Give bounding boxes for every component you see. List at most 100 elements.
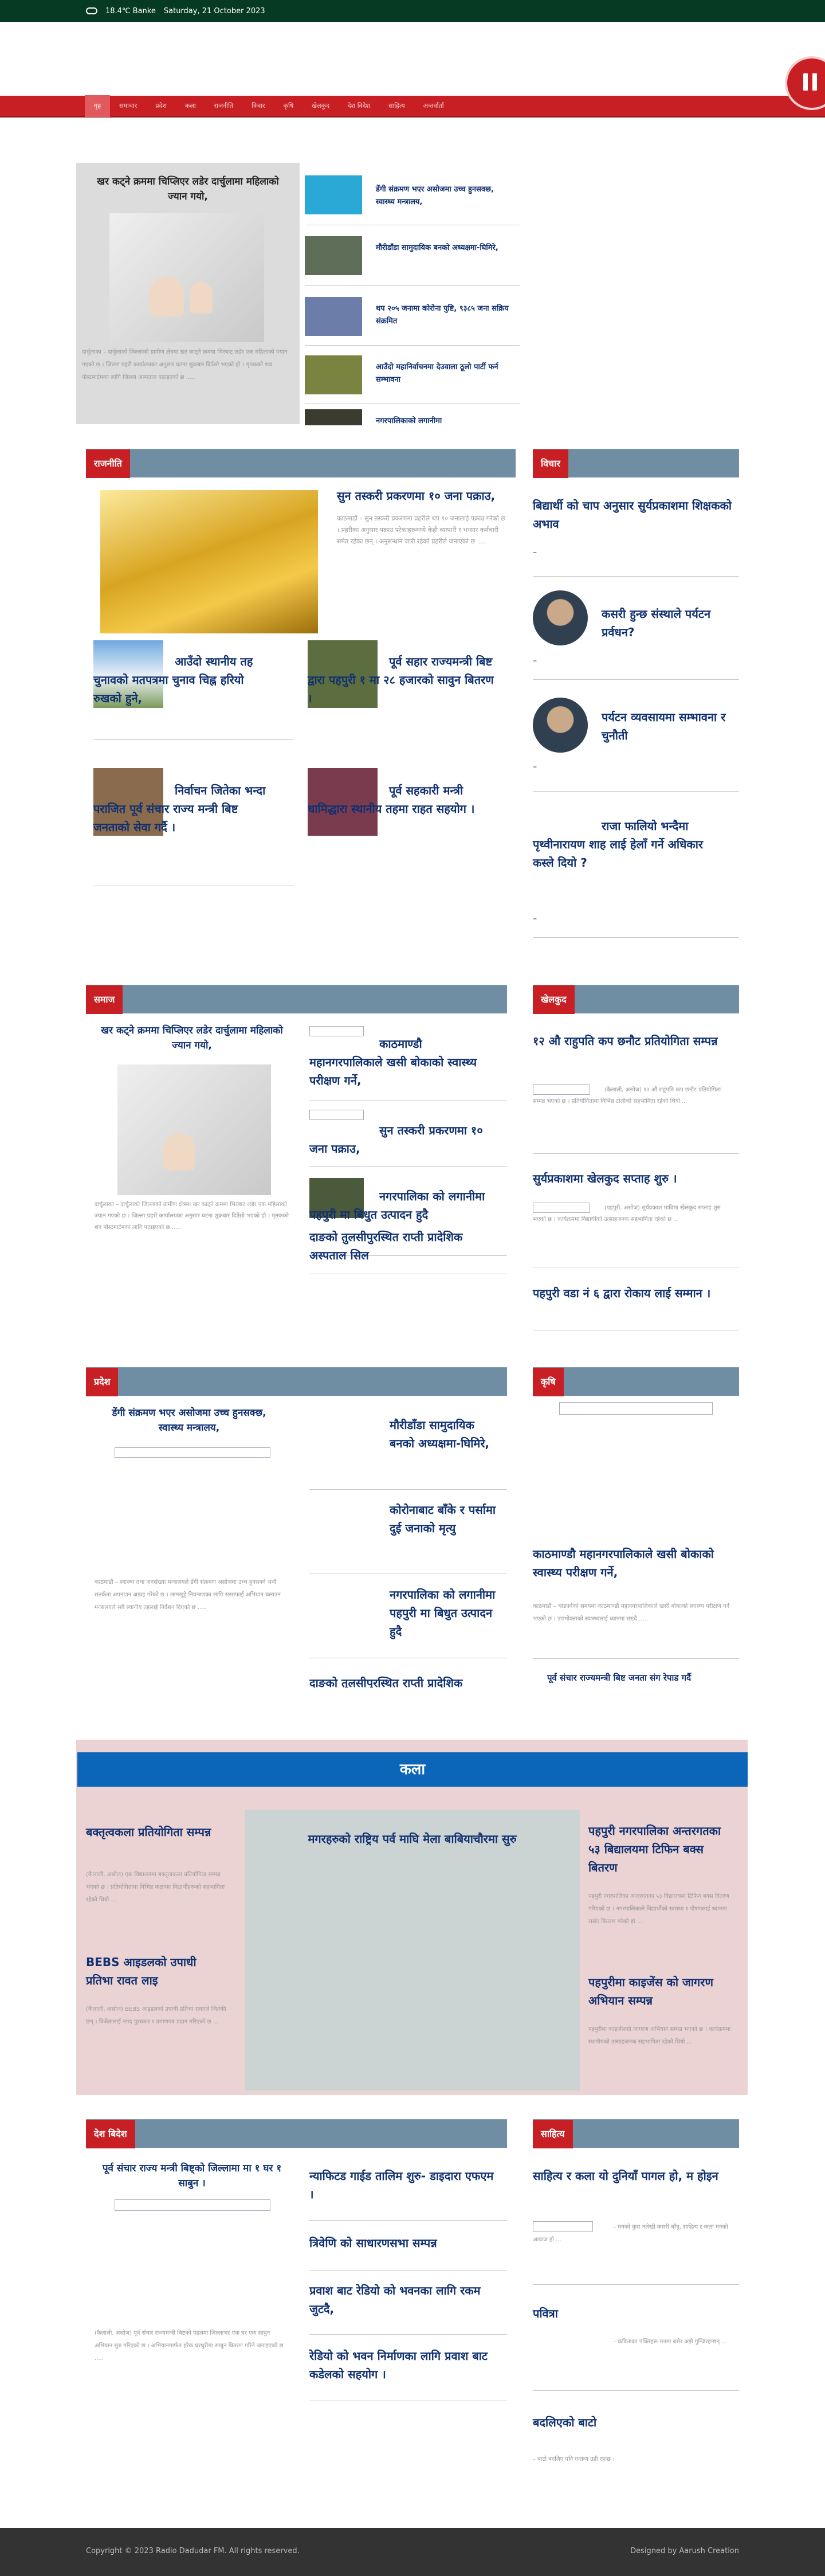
krishi-sub-title[interactable]: पूर्व संचार राज्यमन्त्री बिष्ट जनता संग …	[547, 1671, 730, 1685]
nav-item[interactable]: प्रदेश	[146, 95, 176, 117]
kala-center-title[interactable]: मगरहरुको राष्ट्रिय पर्व माघि मेला बाबिया…	[245, 1830, 580, 1847]
section-label[interactable]: प्रदेश	[86, 1368, 119, 1396]
bichar-item-title[interactable]: पर्यटन व्यवसायमा सम्भावना र चुनौती	[602, 708, 733, 745]
pradesh-image	[115, 1447, 270, 1458]
sahitya-item-excerpt: – बाटो बदलिए पनि गन्तव्य उही रहन्छ ।	[533, 2456, 615, 2463]
samaj-main-excerpt: दार्चुलाका – दार्चुलाको जिल्लाको ग्रामीण…	[95, 1201, 289, 1231]
main-nav: गृह समाचार प्रदेश कला राजनीति विचार कृषि…	[0, 95, 825, 118]
section-label[interactable]: देश बिदेश	[86, 2120, 135, 2148]
khelkud-item-title[interactable]: पहपुरी वडा नं ६ द्वारा रोकाय लाई सम्मान …	[533, 1284, 728, 1302]
khelkud-item-title[interactable]: सुर्यप्रकाशमा खेलकुद सप्ताह शुरु ।	[533, 1169, 728, 1188]
deshbidesh-list-item[interactable]: रेडियो को भवन निर्माणका लागि प्रवाश बाट …	[309, 2347, 498, 2383]
pradesh-list-item[interactable]: मौरीडाँडा सामुदायिक बनको अध्यक्षमा-घिमिर…	[390, 1416, 498, 1453]
pradesh-main-title[interactable]: डेंगी संक्रमण भएर असोजमा उच्च हुनसक्छ, स…	[100, 1406, 278, 1435]
rajniti-grid-item[interactable]: पूर्व सहार राज्यमन्त्री बिष्ट द्वारा पहप…	[308, 652, 497, 707]
rajniti-grid-item[interactable]: आउँदो स्थानीय तह चुनावको मतपत्रमा चुनाव …	[93, 652, 271, 707]
rajniti-main-excerpt: काठमाडौं – सुन तस्करी प्रकरणमा प्रहरीले …	[337, 515, 506, 545]
gold-image	[100, 490, 318, 633]
footer-designer[interactable]: Designed by Aarush Creation	[630, 2547, 739, 2555]
deshbidesh-main-excerpt: (कैलाली, असोज) पूर्व संचार राज्यमन्त्री …	[95, 2330, 284, 2362]
hero-title[interactable]: खर कट्नेे क्रममा चिप्लिएर लडेर दार्चुलाम…	[88, 174, 288, 204]
kala-item-excerpt: पहपुरीमा काइजेंसको जागरण अभियान सम्पन्न …	[588, 2026, 731, 2045]
deshbidesh-list-item[interactable]: प्रवाश बाट रेडियो को भवनका लागि रकम जुटद…	[309, 2281, 498, 2318]
pradesh-list-item[interactable]: नगरपालिका को लगानीमा पहपुरी मा बिधुत उत्…	[390, 1585, 498, 1641]
nav-item[interactable]: अन्तर्वार्ता	[414, 95, 453, 117]
nav-item[interactable]: समाचार	[110, 95, 146, 117]
section-bar-pradesh: प्रदेश	[86, 1367, 507, 1396]
samaj-list-item[interactable]: सुन तस्करी प्रकरणमा १० जना पक्राउ,	[309, 1121, 498, 1158]
kala-item-title[interactable]: पहपुरी नगरपालिका अन्तरगतका ५३ बिद्यालयमा…	[588, 1822, 734, 1877]
khelkud-item-excerpt: (पहपुरी, असोज) सुर्यप्रकाश माविमा खेलकुद…	[533, 1205, 721, 1223]
section-label[interactable]: राजनीति	[86, 449, 130, 478]
krishi-main-title[interactable]: काठमाण्डौ महानगरपालिकाले खसी बोकाको स्वा…	[533, 1545, 733, 1581]
deshbidesh-list-item[interactable]: त्रिवेणि को साधारणसभा सम्पन्न	[309, 2234, 498, 2252]
nav-item[interactable]: साहित्य	[379, 95, 414, 117]
kala-item-excerpt: (कैलाली, असोज) BEBS आइडलको उपाधी प्रतिभा…	[86, 2006, 226, 2025]
latest-item[interactable]: डेंगी संक्रमण भएर असोजमा उच्च हुनसक्छ, स…	[376, 183, 513, 209]
rajniti-grid-item[interactable]: निर्वाचन जितेका भन्दा पराजित पूर्व संचार…	[93, 781, 277, 836]
samaj-image	[117, 1064, 271, 1195]
latest-item[interactable]: मौरीडाँडा सामुदायिक बनको अध्यक्षमा-घिमिर…	[376, 242, 513, 255]
deshbidesh-main-title[interactable]: पूर्व संचार राज्य मन्त्री बिष्ट्को जिल्ल…	[95, 2161, 289, 2191]
samaj-main-title[interactable]: खर कट्नेे क्रममा चिप्लिएर लडेर दार्चुलाम…	[95, 1023, 289, 1053]
author-avatar	[533, 590, 588, 645]
sahitya-item-excerpt: – कविताका पंक्तिहरू मनमा बसेर अझै गुन्जि…	[613, 2339, 727, 2345]
latest-item[interactable]: आउँदो महानिर्वाचनमा देउवाला ठूलो पार्टी …	[376, 361, 513, 386]
nav-item[interactable]: विचार	[242, 95, 274, 117]
kala-item-title[interactable]: पहपुरीमा काइजेंस को जागरण अभियान सम्पन्न	[588, 1973, 734, 2010]
deshbidesh-list-item[interactable]: न्याफिटड गाईड तालिम शुरु- डाइदारा एफएम ।	[309, 2167, 498, 2203]
section-label[interactable]: साहित्य	[533, 2120, 573, 2148]
samaj-list-item[interactable]: नगरपालिका को लगानीमा पहपुरी मा बिधुत उत्…	[309, 1187, 498, 1224]
bichar-item-title[interactable]: बिद्यार्थी को चाप अनुसार सुर्यप्रकाशमा श…	[533, 496, 733, 533]
top-bar: 18.4℃ Banke Saturday, 21 October 2023	[0, 0, 825, 22]
kala-center-card[interactable]	[245, 1810, 580, 2090]
nav-item[interactable]: कला	[176, 95, 205, 117]
bichar-item-title[interactable]: राजा फालियो भन्दैमा पृथ्वीनारायण शाह लाई…	[533, 817, 728, 872]
nav-item-home[interactable]: गृह	[85, 95, 111, 117]
section-bar-sahitya: साहित्य	[533, 2119, 739, 2148]
latest-thumb	[305, 409, 362, 425]
sahitya-item-excerpt: – मनको कुरा नलेखी कसरी बाँचु, साहित्य र …	[533, 2224, 728, 2243]
sahitya-item-title[interactable]: साहित्य र कला यो दुनियाँ पागल हो, म हाेइ…	[533, 2167, 728, 2185]
section-label[interactable]: कृषि	[533, 1368, 564, 1396]
nav-item[interactable]: खेलकुद	[302, 95, 339, 117]
sahitya-item-title[interactable]: पवित्रा	[533, 2304, 728, 2323]
section-bar-samaj: समाज	[86, 985, 507, 1014]
samaj-list-item[interactable]: काठमाण्डौ महानगरपालिकाले खसी बोकाको स्वा…	[309, 1035, 498, 1090]
latest-item[interactable]: थप २०५ जनामा कोरोना पुष्टि, ९३८५ जना सक्…	[376, 303, 513, 328]
section-label[interactable]: विचार	[533, 449, 568, 478]
nav-item[interactable]: कृषि	[274, 95, 303, 117]
samaj-list-item[interactable]: दाङको तुलसीपुरस्थित राप्ती प्रादेशिक अस्…	[309, 1228, 498, 1264]
date-text: Saturday, 21 October 2023	[163, 6, 265, 15]
sahitya-item-title[interactable]: बदलिएको बाटो	[533, 2413, 728, 2432]
kala-item-title[interactable]: बक्तृत्वकला प्रतियोगिता सम्पन्न	[86, 1823, 223, 1841]
pradesh-list-item[interactable]: दाङको तुलसीपुरस्थित राप्ती प्रादेशिक	[309, 1674, 507, 1688]
section-bar-krishi: कृषि	[533, 1367, 739, 1396]
khelkud-item-title[interactable]: १२ औ राहुपति कप छनौट प्रतियोगिता सम्पन्न	[533, 1032, 728, 1050]
section-label[interactable]: समाज	[86, 985, 123, 1014]
nav-item[interactable]: राजनीति	[205, 95, 243, 117]
hero-card[interactable]: खर कट्नेे क्रममा चिप्लिएर लडेर दार्चुलाम…	[76, 163, 300, 424]
author-avatar	[533, 698, 588, 753]
kala-item-excerpt: (कैलाली, असोज) एक विद्यालयमा बक्तृत्वकला…	[86, 1872, 225, 1903]
latest-thumb	[305, 175, 362, 214]
pause-icon	[803, 73, 808, 91]
krishi-main-excerpt: काठमाडौं – चाडपर्वको समयमा काठमाण्डौ महा…	[533, 1603, 730, 1622]
kala-item-excerpt: पहपुरी नगरपालिका अन्तरगतका ५३ विद्यालयमा…	[588, 1893, 729, 1925]
latest-thumb	[305, 236, 362, 275]
bichar-item-title[interactable]: कसरी हुन्छ संस्थाले पर्यटन प्रर्वधन?	[602, 605, 733, 641]
khelkud-item-excerpt: (कैलाली, असोज) १२ औं राहुपति कप छनौट प्र…	[533, 1087, 721, 1105]
krishi-image	[559, 1402, 713, 1415]
section-label[interactable]: खेलकुद	[533, 985, 575, 1014]
rajniti-grid-item[interactable]: पूर्व सहकारी मन्त्री धामिद्धारा स्थानीय …	[308, 781, 497, 818]
rajniti-main-title[interactable]: सुन तस्करी प्रकरणमा १० जना पक्राउ,	[337, 487, 509, 504]
hero-excerpt: दार्चुलाका – दार्चुलाको जिल्लाको ग्रामीण…	[82, 349, 288, 381]
footer: Copyright © 2023 Radio Dadudar FM. All r…	[0, 2528, 825, 2576]
kala-header[interactable]: कला	[77, 1752, 748, 1787]
kala-item-title[interactable]: BEBS आइडलको उपाधी प्रतिभा रावत लाइ	[86, 1953, 223, 1990]
section-bar-khelkud: खेलकुद	[533, 985, 739, 1014]
latest-item[interactable]: नगरपालिकाको लगानीमा	[376, 415, 513, 425]
nav-item[interactable]: देश विदेश	[339, 95, 379, 117]
pradesh-list-item[interactable]: कोरोनाबाट बाँके र पर्सामा दुई जनाको मृत्…	[390, 1501, 498, 1537]
section-bar-deshbidesh: देश बिदेश	[86, 2119, 507, 2148]
